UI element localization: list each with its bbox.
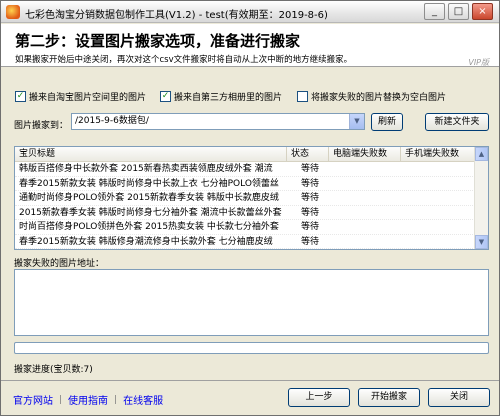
option-taobao-space[interactable]: ✓ 搬来自淘宝图片空间里的图片 [15,90,146,103]
option-label: 搬来自第三方相册里的图片 [174,93,283,103]
minimize-button[interactable]: _ [424,3,445,20]
migration-progress-bar [14,342,489,354]
col-status[interactable]: 状态 [287,147,329,162]
option-label: 搬来自淘宝图片空间里的图片 [29,93,147,103]
online-support-link[interactable]: 在线客服 [123,392,163,407]
table-scrollbar[interactable]: ▲ ▼ [474,147,488,249]
checkbox-taobao-space[interactable]: ✓ [15,91,26,102]
cell-title: 通勤时尚修身POLO领外套 2015新款春季女装 韩版中长款鹿皮绒 [19,193,279,203]
previous-step-button[interactable]: 上一步 [288,388,350,407]
table-row[interactable]: 春季2015新款女装 韩版修身潮流修身中长款外套 七分袖鹿皮绒 等待 [15,235,475,249]
header-divider [1,66,499,67]
scroll-down-icon[interactable]: ▼ [475,235,488,249]
app-window: 七彩色淘宝分销数据包制作工具(V1.2) - test(有效期至：2019-8-… [0,0,500,416]
title-bar[interactable]: 七彩色淘宝分销数据包制作工具(V1.2) - test(有效期至：2019-8-… [1,1,499,23]
cell-title: 春季2015新款女装 韩版时尚修身中长款上衣 七分袖POLO领蕾丝 [19,178,279,189]
table-row[interactable]: 春季2015新款女装 韩版时尚修身中长款上衣 七分袖POLO领蕾丝 等待 [15,177,475,191]
start-migration-button[interactable]: 开始搬家 [358,388,420,407]
progress-label: 搬家进度(宝贝数:7) [14,365,93,375]
option-replace-failed[interactable]: 将搬家失败的图片替换为空白图片 [297,90,446,103]
table-body: 韩版百搭修身中长款外套 2015新春热卖西装领鹿皮绒外套 潮流 等待 春季201… [15,162,475,249]
cell-status: 等待 [301,164,320,174]
failed-urls-textarea[interactable] [14,269,489,336]
user-guide-link[interactable]: 使用指南 [68,392,108,407]
refresh-button[interactable]: 刷新 [371,113,403,131]
page-title: 第二步：设置图片搬家选项，准备进行搬家 [15,32,301,50]
cell-status: 等待 [301,222,320,232]
item-table[interactable]: 宝贝标题 状态 电脑端失败数 手机端失败数 韩版百搭修身中长款外套 2015新春… [14,146,489,250]
failed-urls-label: 搬家失败的图片地址： [14,259,105,269]
official-site-link[interactable]: 官方网站 [13,392,53,407]
chevron-down-icon[interactable]: ▼ [349,114,364,129]
cell-status: 等待 [301,178,320,189]
footer-links: 官方网站 | 使用指南 | 在线客服 [13,392,163,408]
option-third-party-album[interactable]: ✓ 搬来自第三方相册里的图片 [160,90,282,103]
cell-title: 时尚百搭修身POLO领拼色外套 2015热卖女装 中长款七分袖外套 [19,222,279,232]
table-row[interactable]: 韩版百搭修身中长款外套 2015新春热卖西装领鹿皮绒外套 潮流 等待 [15,162,475,177]
app-logo-icon [6,5,20,19]
table-row[interactable]: 2015新款春季女装 韩版时尚修身七分袖外套 潮流中长款蕾丝外套 等待 [15,206,475,220]
table-header: 宝贝标题 状态 电脑端失败数 手机端失败数 [15,147,475,162]
col-title[interactable]: 宝贝标题 [15,147,287,162]
close-button[interactable]: 关闭 [428,388,490,407]
window-title: 七彩色淘宝分销数据包制作工具(V1.2) - test(有效期至：2019-8-… [25,10,328,21]
col-mobile-failed[interactable]: 手机端失败数 [401,147,475,162]
destination-folder-value: /2015-9-6数据包/ [75,116,149,126]
page-subtitle: 如果搬家开始后中途关闭，再次对这个csv文件搬家时将自动从上次中断的地方继续搬家… [15,55,353,65]
option-label: 将搬家失败的图片替换为空白图片 [311,93,447,103]
table-row[interactable]: 时尚百搭修身POLO领拼色外套 2015热卖女装 中长款七分袖外套 等待 [15,220,475,235]
table-row[interactable]: 通勤时尚修身POLO领外套 2015新款春季女装 韩版中长款鹿皮绒 等待 [15,191,475,206]
cell-title: 韩版百搭修身中长款外套 2015新春热卖西装领鹿皮绒外套 潮流 [19,164,273,174]
cell-title: 春季2015新款女装 韩版修身潮流修身中长款外套 七分袖鹿皮绒 [19,236,273,247]
step-header: 第二步：设置图片搬家选项，准备进行搬家 如果搬家开始后中途关闭，再次对这个csv… [1,24,499,67]
footer-divider [1,380,499,381]
close-window-button[interactable]: × [472,3,493,20]
cell-status: 等待 [301,207,320,218]
col-pc-failed[interactable]: 电脑端失败数 [329,147,401,162]
path-label: 图片搬家到： [14,121,69,131]
link-separator: | [59,394,63,405]
destination-folder-select[interactable]: /2015-9-6数据包/ ▼ [71,113,365,130]
checkbox-third-party-album[interactable]: ✓ [160,91,171,102]
cell-status: 等待 [301,193,320,203]
link-separator: | [114,394,118,405]
maximize-button[interactable]: □ [448,3,469,20]
scroll-up-icon[interactable]: ▲ [475,147,488,161]
cell-status: 等待 [301,236,320,247]
cell-title: 2015新款春季女装 韩版时尚修身七分袖外套 潮流中长款蕾丝外套 [19,207,282,218]
new-folder-button[interactable]: 新建文件夹 [425,113,489,131]
checkbox-replace-failed[interactable] [297,91,308,102]
